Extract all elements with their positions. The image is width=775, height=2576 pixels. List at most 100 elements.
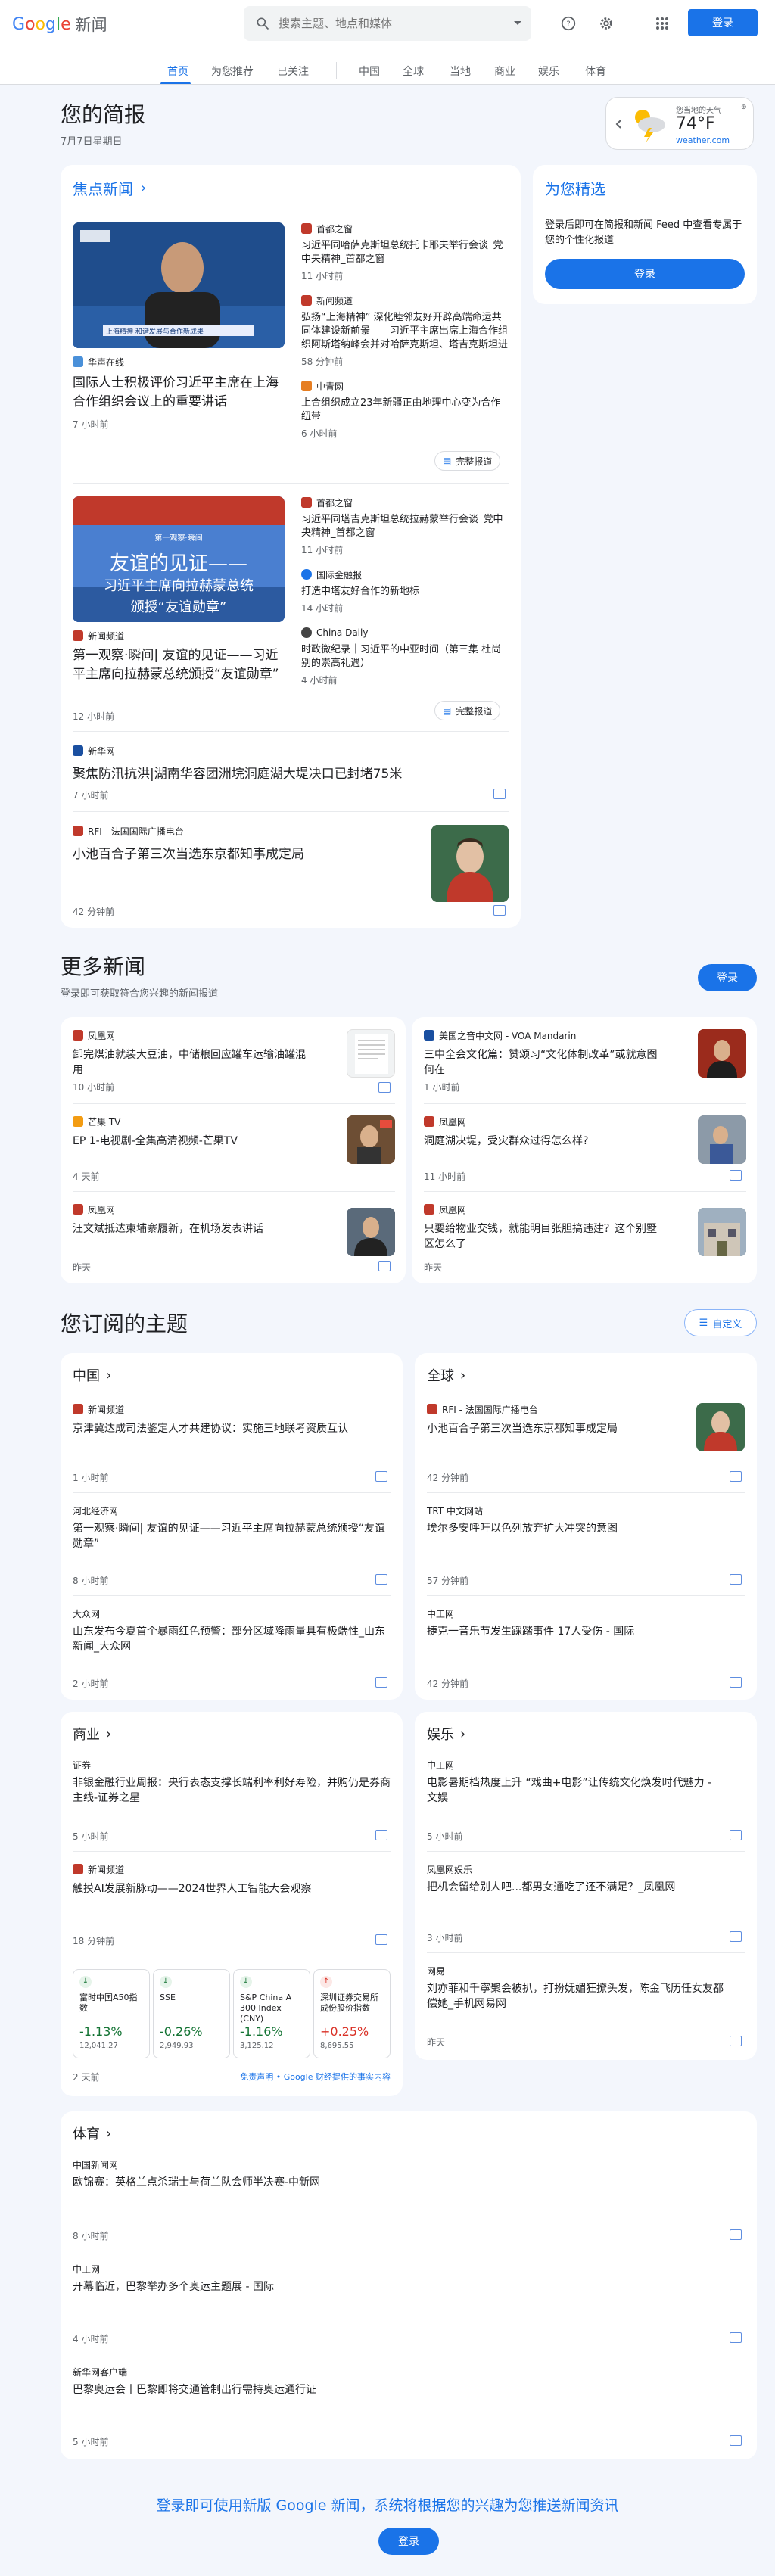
story4-image[interactable] <box>431 825 509 902</box>
story2-headline[interactable]: 第一观察·瞬间| 友谊的见证——习近平主席向拉赫蒙总统颁授“友谊勋章” <box>73 646 285 684</box>
item-image[interactable] <box>347 1208 395 1256</box>
item-headline[interactable]: 巴黎奥运会丨巴黎即将交通管制出行需持奥运通行证 <box>73 2382 739 2397</box>
full-coverage-icon[interactable] <box>375 1574 388 1585</box>
disclaimer-link[interactable]: 免责声明 • Google 财经提供的事实内容 <box>232 2070 391 2083</box>
full-coverage-icon[interactable] <box>493 789 506 799</box>
topic-china-link[interactable]: 中国 › <box>73 1365 111 1385</box>
item-headline[interactable]: 埃尔多安呼吁以色列放弃扩大冲突的意图 <box>427 1521 745 1536</box>
full-coverage-icon[interactable] <box>730 1677 742 1688</box>
weather-source[interactable]: weather.com <box>676 135 730 145</box>
full-coverage-button[interactable]: ▤ 完整报道 <box>434 701 501 720</box>
story3-headline[interactable]: 聚焦防汛抗洪|湖南华容团洲垸洞庭湖大堤决口已封堵75米 <box>73 763 496 782</box>
item-image[interactable] <box>698 1208 746 1256</box>
tab-home[interactable]: 首页 <box>167 64 188 79</box>
search-box[interactable] <box>244 6 531 41</box>
full-coverage-icon[interactable] <box>378 1082 391 1093</box>
item-headline[interactable]: 汪文斌抵达柬埔寨履新，在机场发表讲话 <box>73 1221 315 1237</box>
full-coverage-icon[interactable] <box>375 1830 388 1840</box>
full-coverage-icon[interactable] <box>730 2435 742 2446</box>
full-coverage-icon[interactable] <box>730 2332 742 2343</box>
full-coverage-icon[interactable] <box>375 1677 388 1688</box>
full-coverage-icon[interactable] <box>375 1934 388 1945</box>
item-image[interactable] <box>347 1029 395 1078</box>
top-stories-link[interactable]: 焦点新闻 › <box>73 177 146 199</box>
gear-icon[interactable] <box>596 14 616 33</box>
item-headline[interactable]: 欧锦赛：英格兰点杀瑞士与荷兰队会师半决赛-中新网 <box>73 2175 739 2190</box>
item-headline[interactable]: EP 1-电视剧-全集高清视频-芒果TV <box>73 1134 315 1149</box>
related-headline[interactable]: 习近平同哈萨克斯坦总统托卡耶夫举行会谈_党中央精神_首都之窗 <box>301 239 509 266</box>
item-headline[interactable]: 电影暑期档热度上升 “戏曲+电影”让传统文化焕发时代魅力 - 文娱 <box>427 1775 714 1806</box>
stock-card[interactable]: ↓ S&P China A 300 Index (CNY) -1.16% 3,1… <box>233 1969 310 2058</box>
tab-local[interactable]: 当地 <box>450 64 471 79</box>
item-headline[interactable]: 山东发布今夏首个暴雨红色预警：部分区域降雨量具有极端性_山东新闻_大众网 <box>73 1624 391 1654</box>
footer-login-button[interactable]: 登录 <box>378 2528 439 2555</box>
item-headline[interactable]: 洞庭湖决堤，受灾群众过得怎么样? <box>424 1134 666 1149</box>
related-headline[interactable]: 打造中塔友好合作的新地标 <box>301 585 509 599</box>
item-headline[interactable]: 第一观察·瞬间| 友谊的见证——习近平主席向拉赫蒙总统颁授“友谊勋章” <box>73 1521 391 1551</box>
full-coverage-icon[interactable] <box>730 1170 742 1181</box>
tab-world[interactable]: 全球 <box>403 64 424 79</box>
weather-widget[interactable]: 您当地的天气 ⊕ 74°F weather.com <box>605 97 754 150</box>
story2-time: 12 小时前 <box>73 711 115 722</box>
full-coverage-icon[interactable] <box>730 1574 742 1585</box>
chevron-left-icon[interactable] <box>615 117 621 132</box>
customize-button[interactable]: ☰ 自定义 <box>684 1309 757 1336</box>
item-image[interactable] <box>696 1403 745 1451</box>
full-coverage-icon[interactable] <box>493 905 506 916</box>
item-headline[interactable]: 非银金融行业周报：央行表态支撑长端利率利好寿险，并购仍是券商主线-证券之星 <box>73 1775 391 1806</box>
stock-card[interactable]: ↓ 富时中国A50指数 -1.13% 12,041.27 <box>73 1969 150 2058</box>
picks-login-button[interactable]: 登录 <box>545 259 745 289</box>
item-headline[interactable]: 开幕临近，巴黎举办多个奥运主题展 - 国际 <box>73 2279 739 2294</box>
apps-grid-icon[interactable] <box>652 14 672 33</box>
full-coverage-icon[interactable] <box>378 1261 391 1271</box>
tab-business[interactable]: 商业 <box>494 64 515 79</box>
related-headline[interactable]: 上合组织成立23年新疆正由地理中心变为合作纽带 <box>301 397 509 424</box>
tab-china[interactable]: 中国 <box>359 64 380 79</box>
full-coverage-icon[interactable] <box>730 1471 742 1482</box>
more-icon[interactable]: ⊕ <box>741 104 747 111</box>
stock-card[interactable]: ↑ 深圳证券交易所成份股价指数 +0.25% 8,695.55 <box>313 1969 391 2058</box>
more-news-login-button[interactable]: 登录 <box>698 964 757 991</box>
topic-business-link[interactable]: 商业 › <box>73 1724 111 1744</box>
full-coverage-icon[interactable] <box>730 2036 742 2046</box>
tab-for-you[interactable]: 为您推荐 <box>211 64 254 79</box>
story4-headline[interactable]: 小池百合子第三次当选东京都知事成定局 <box>73 843 421 862</box>
tab-entertainment[interactable]: 娱乐 <box>538 64 559 79</box>
search-icon[interactable] <box>254 15 271 32</box>
stock-card[interactable]: ↓ SSE -0.26% 2,949.93 <box>153 1969 230 2058</box>
story1-image[interactable]: 上海精神 和谐发展与合作新成果 <box>73 222 285 348</box>
item-image[interactable] <box>698 1029 746 1078</box>
full-coverage-icon[interactable] <box>730 1931 742 1942</box>
source-logo-icon <box>301 569 312 580</box>
chevron-down-icon[interactable] <box>513 20 522 26</box>
help-icon[interactable]: ? <box>559 14 578 33</box>
topic-world-link[interactable]: 全球 › <box>427 1365 465 1385</box>
topic-sports-link[interactable]: 体育 › <box>73 2123 111 2143</box>
full-coverage-icon[interactable] <box>730 1830 742 1840</box>
item-headline[interactable]: 只要给物业交钱，就能明目张胆搞违建？这个别墅区怎么了 <box>424 1221 666 1252</box>
item-headline[interactable]: 把机会留给别人吧...都男女通吃了还不满足？_凤凰网 <box>427 1880 745 1895</box>
tab-sports[interactable]: 体育 <box>585 64 606 79</box>
item-headline[interactable]: 触摸AI发展新脉动——2024世界人工智能大会观察 <box>73 1881 338 1896</box>
header-login-button[interactable]: 登录 <box>688 9 758 36</box>
full-coverage-icon[interactable] <box>730 2229 742 2240</box>
story1-headline[interactable]: 国际人士积极评价习近平主席在上海合作组织会议上的重要讲话 <box>73 374 285 412</box>
item-headline[interactable]: 刘亦菲和千寧聚会被扒，打扮妩媚狂撩头发，陈金飞历任女友都偿她_手机网易网 <box>427 1981 730 2011</box>
related-headline[interactable]: 习近平同塔吉克斯坦总统拉赫蒙举行会谈_党中央精神_首都之窗 <box>301 513 509 540</box>
related-headline[interactable]: 时政微纪录｜习近平的中亚时间（第三集 杜尚别的崇高礼遇） <box>301 643 509 670</box>
search-input[interactable] <box>279 17 468 30</box>
topic-entertainment-link[interactable]: 娱乐 › <box>427 1724 465 1744</box>
full-coverage-icon[interactable] <box>375 1471 388 1482</box>
item-headline[interactable]: 三中全会文化篇：赞颂习“文化体制改革”或就意图何在 <box>424 1047 666 1078</box>
google-news-logo[interactable]: Google 新闻 <box>12 14 107 35</box>
tab-following[interactable]: 已关注 <box>277 64 309 79</box>
item-image[interactable] <box>698 1115 746 1164</box>
story2-image[interactable]: 第一观察·瞬间 友谊的见证—— 习近平主席向拉赫蒙总统 颁授“友谊勋章” <box>73 496 285 622</box>
item-headline[interactable]: 京津冀达成司法鉴定人才共建协议：实施三地联考资质互认 <box>73 1421 391 1436</box>
item-image[interactable] <box>347 1115 395 1164</box>
item-headline[interactable]: 小池百合子第三次当选东京都知事成定局 <box>427 1421 684 1436</box>
item-headline[interactable]: 卸完煤油就装大豆油，中储粮回应罐车运输油罐混用 <box>73 1047 315 1078</box>
full-coverage-button[interactable]: ▤ 完整报道 <box>434 451 501 471</box>
related-headline[interactable]: 弘扬“上海精神” 深化睦邻友好开辟高端命运共同体建设新前景——习近平主席出席上海… <box>301 311 509 352</box>
item-headline[interactable]: 捷克一音乐节发生踩踏事件 17人受伤 - 国际 <box>427 1624 745 1639</box>
